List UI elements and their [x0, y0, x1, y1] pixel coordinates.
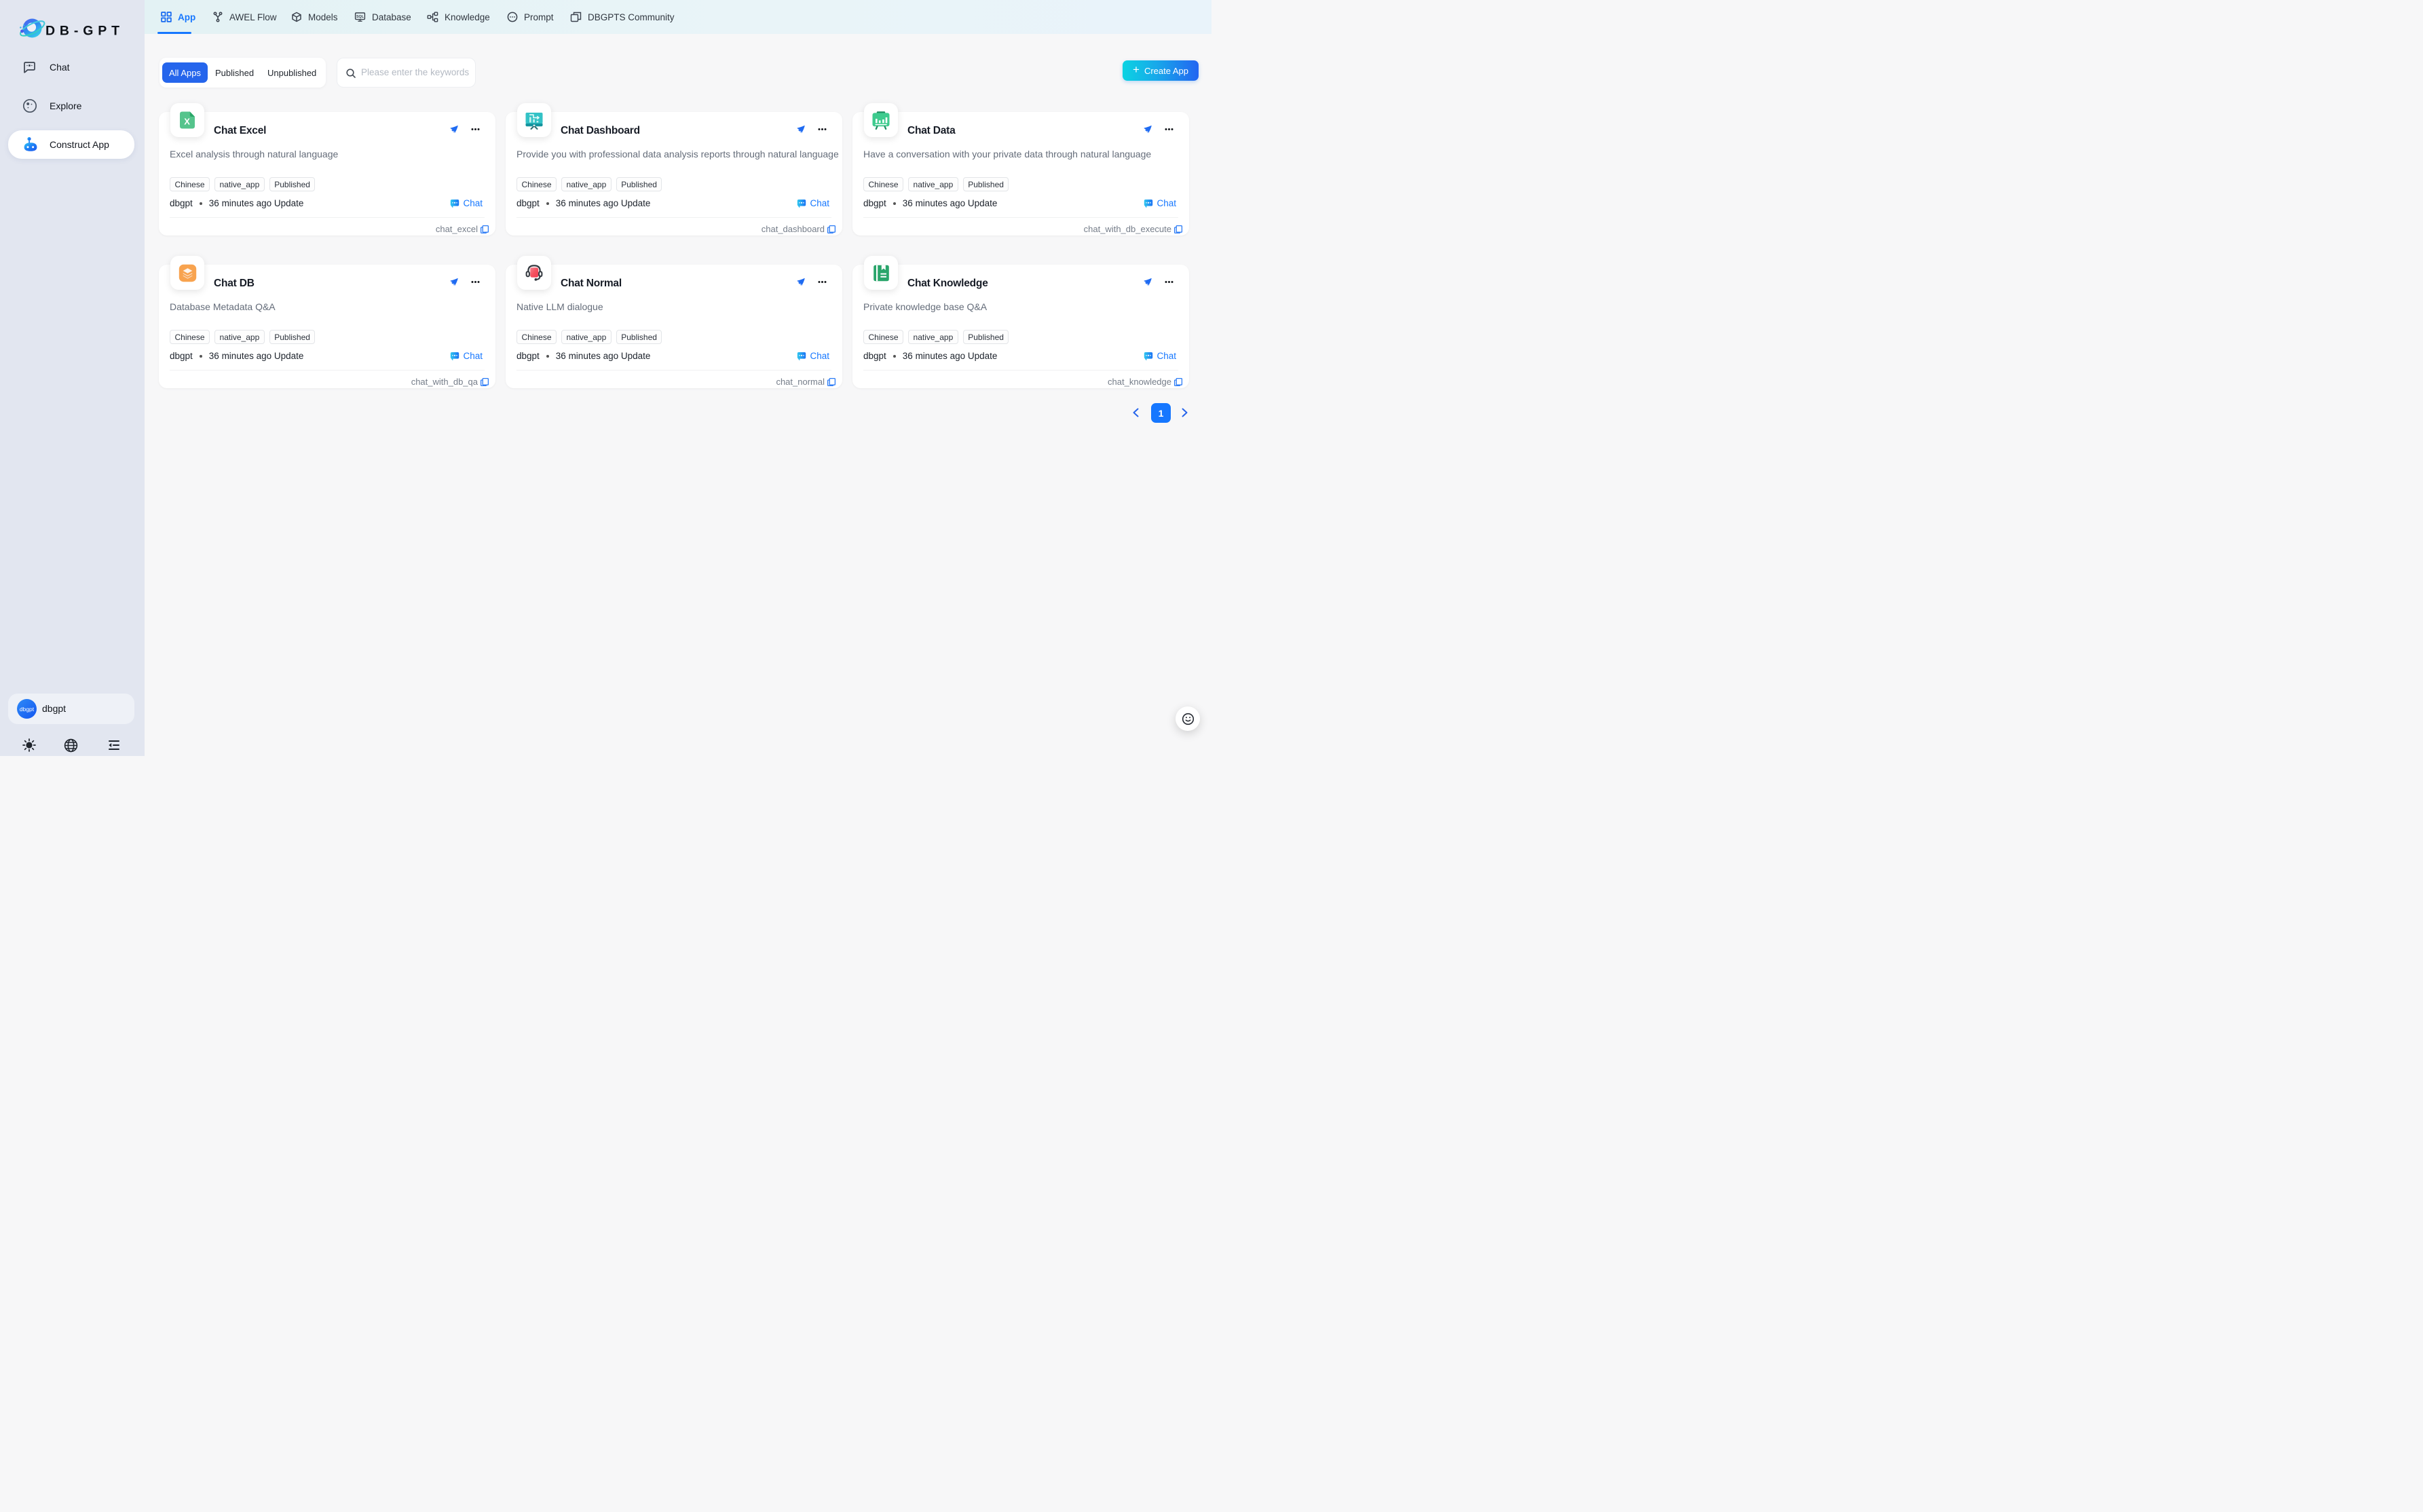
svg-text:DB-GPT: DB-GPT	[45, 24, 119, 39]
svg-text:SQL: SQL	[356, 15, 364, 19]
svg-text:X: X	[184, 116, 190, 126]
